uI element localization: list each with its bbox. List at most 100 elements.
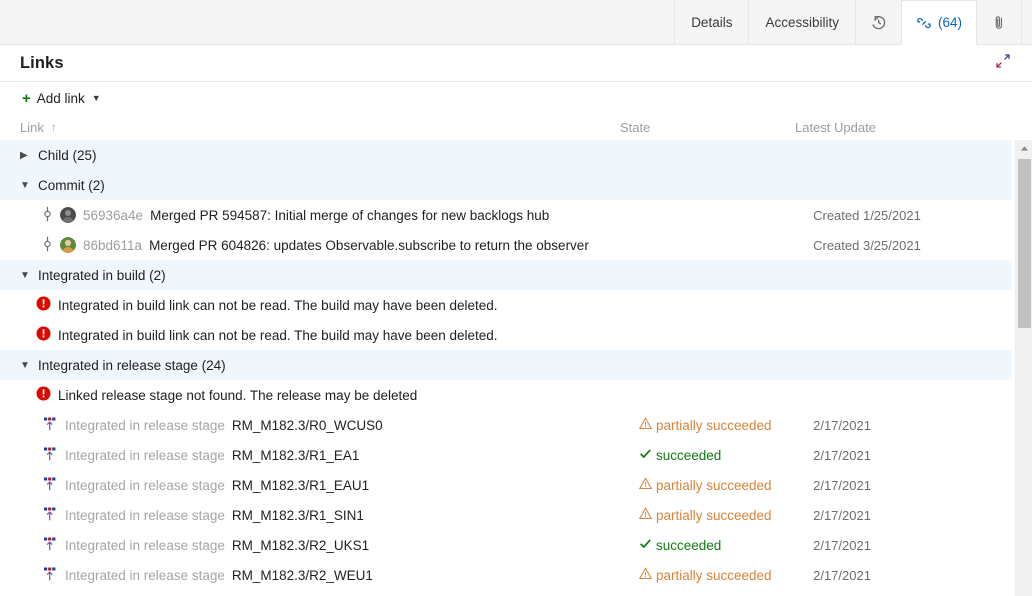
- tab-accessibility[interactable]: Accessibility: [748, 0, 856, 44]
- latest-update-cell: 2/17/2021: [813, 568, 1032, 583]
- tab-details-label: Details: [691, 15, 732, 30]
- column-header-link-label: Link: [20, 120, 44, 135]
- sort-ascending-arrow: ↑: [51, 120, 57, 134]
- chevron-down-icon[interactable]: ▼: [20, 360, 38, 371]
- link-cell: Integrated in release stage RM_M182.3/R0…: [42, 416, 639, 435]
- table-row[interactable]: Integrated in release stage RM_M182.3/R1…: [0, 500, 1032, 530]
- checkmark-icon: [639, 537, 652, 553]
- state-label: partially succeeded: [656, 568, 772, 583]
- latest-update-cell: 2/17/2021: [813, 508, 1032, 523]
- state-cell: partially succeeded: [639, 417, 813, 433]
- release-stage-name: RM_M182.3/R1_EA1: [232, 448, 360, 463]
- add-link-label: Add link: [37, 91, 85, 106]
- group-label-integrated-in-build: Integrated in build (2): [38, 268, 166, 283]
- release-stage-icon: [42, 506, 58, 525]
- expand-diagonal-icon: [995, 53, 1011, 74]
- state-label: succeeded: [656, 538, 721, 553]
- plus-icon: +: [22, 91, 31, 106]
- release-stage-name: RM_M182.3/R2_WEU1: [232, 568, 373, 583]
- vertical-scrollbar[interactable]: [1015, 140, 1032, 596]
- table-row[interactable]: 86bd611a Merged PR 604826: updates Obser…: [0, 230, 1032, 260]
- release-prefix: Integrated in release stage: [65, 448, 225, 463]
- latest-update-cell: 2/17/2021: [813, 448, 1032, 463]
- link-cell: Integrated in release stage RM_M182.3/R2…: [42, 536, 639, 555]
- scroll-up-arrow-icon[interactable]: [1016, 140, 1032, 157]
- commit-message: Merged PR 594587: Initial merge of chang…: [150, 208, 549, 223]
- page-header: Links: [0, 45, 1032, 82]
- chevron-down-icon: ▼: [92, 94, 101, 103]
- commit-icon: [42, 236, 53, 255]
- table-row[interactable]: Integrated in release stage RM_M182.3/R2…: [0, 560, 1032, 590]
- commit-message: Merged PR 604826: updates Observable.sub…: [149, 238, 589, 253]
- group-row-integrated-in-release-stage[interactable]: ▼ Integrated in release stage (24): [0, 350, 1011, 380]
- chevron-right-icon[interactable]: ▶: [20, 150, 38, 161]
- group-label-integrated-in-release-stage: Integrated in release stage (24): [38, 358, 226, 373]
- table-row[interactable]: Integrated in release stage RM_M182.3/R1…: [0, 470, 1032, 500]
- link-cell: 86bd611a Merged PR 604826: updates Obser…: [42, 236, 639, 255]
- error-message: Integrated in build link can not be read…: [58, 328, 498, 343]
- group-label-child: Child (25): [38, 148, 97, 163]
- column-header-link[interactable]: Link ↑: [20, 120, 620, 135]
- chevron-down-icon[interactable]: ▼: [20, 180, 38, 191]
- release-stage-icon: [42, 566, 58, 585]
- column-header-state-label: State: [620, 120, 650, 135]
- release-stage-icon: [42, 536, 58, 555]
- avatar: [60, 237, 76, 253]
- state-label: partially succeeded: [656, 508, 772, 523]
- error-icon: [36, 326, 51, 344]
- table-row[interactable]: Integrated in release stage RM_M182.3/R1…: [0, 440, 1032, 470]
- warning-triangle-icon: [639, 417, 652, 433]
- column-header-state[interactable]: State: [620, 120, 795, 135]
- commit-hash[interactable]: 56936a4e: [83, 208, 143, 223]
- release-prefix: Integrated in release stage: [65, 508, 225, 523]
- group-row-child[interactable]: ▶ Child (25): [0, 140, 1011, 170]
- state-cell: partially succeeded: [639, 477, 813, 493]
- state-label: partially succeeded: [656, 478, 772, 493]
- latest-update-cell: 2/17/2021: [813, 538, 1032, 553]
- error-message: Integrated in build link can not be read…: [58, 298, 498, 313]
- warning-triangle-icon: [639, 507, 652, 523]
- release-prefix: Integrated in release stage: [65, 478, 225, 493]
- tab-history[interactable]: [855, 0, 902, 44]
- state-label: partially succeeded: [656, 418, 772, 433]
- table-row[interactable]: Linked release stage not found. The rele…: [0, 380, 1032, 410]
- state-cell: succeeded: [639, 537, 813, 553]
- release-stage-icon: [42, 476, 58, 495]
- group-row-integrated-in-build[interactable]: ▼ Integrated in build (2): [0, 260, 1011, 290]
- column-headers: Link ↑ State Latest Update: [0, 114, 1032, 140]
- expand-button[interactable]: [992, 52, 1014, 74]
- release-prefix: Integrated in release stage: [65, 418, 225, 433]
- column-header-latest-update-label: Latest Update: [795, 120, 876, 135]
- state-cell: succeeded: [639, 447, 813, 463]
- page-title: Links: [20, 54, 64, 73]
- link-cell: Integrated in release stage RM_M182.3/R1…: [42, 506, 639, 525]
- link-cell: 56936a4e Merged PR 594587: Initial merge…: [42, 206, 639, 225]
- checkmark-icon: [639, 447, 652, 463]
- commit-hash[interactable]: 86bd611a: [83, 238, 142, 253]
- warning-triangle-icon: [639, 477, 652, 493]
- table-row[interactable]: Integrated in release stage RM_M182.3/R0…: [0, 410, 1032, 440]
- table-row[interactable]: Integrated in build link can not be read…: [0, 290, 1032, 320]
- error-icon: [36, 296, 51, 314]
- error-icon: [36, 386, 51, 404]
- add-link-button[interactable]: + Add link ▼: [20, 88, 103, 109]
- chevron-down-icon[interactable]: ▼: [20, 270, 38, 281]
- tab-details[interactable]: Details: [674, 0, 749, 44]
- table-row[interactable]: Integrated in build link can not be read…: [0, 320, 1032, 350]
- release-stage-name: RM_M182.3/R0_WCUS0: [232, 418, 383, 433]
- link-icon: [916, 15, 932, 31]
- release-stage-icon: [42, 416, 58, 435]
- link-cell: Integrated in release stage RM_M182.3/R2…: [42, 566, 639, 585]
- state-label: succeeded: [656, 448, 721, 463]
- release-stage-icon: [42, 446, 58, 465]
- tab-links[interactable]: (64): [901, 0, 977, 45]
- link-cell: Integrated in build link can not be read…: [36, 296, 636, 314]
- tab-attachments[interactable]: [976, 0, 1022, 44]
- table-row[interactable]: Integrated in release stage RM_M182.3/R2…: [0, 530, 1032, 560]
- column-header-latest-update[interactable]: Latest Update: [795, 120, 1015, 135]
- latest-update-cell: 2/17/2021: [813, 478, 1032, 493]
- table-row[interactable]: 56936a4e Merged PR 594587: Initial merge…: [0, 200, 1032, 230]
- avatar: [60, 207, 76, 223]
- group-row-commit[interactable]: ▼ Commit (2): [0, 170, 1011, 200]
- scrollbar-thumb[interactable]: [1018, 159, 1031, 328]
